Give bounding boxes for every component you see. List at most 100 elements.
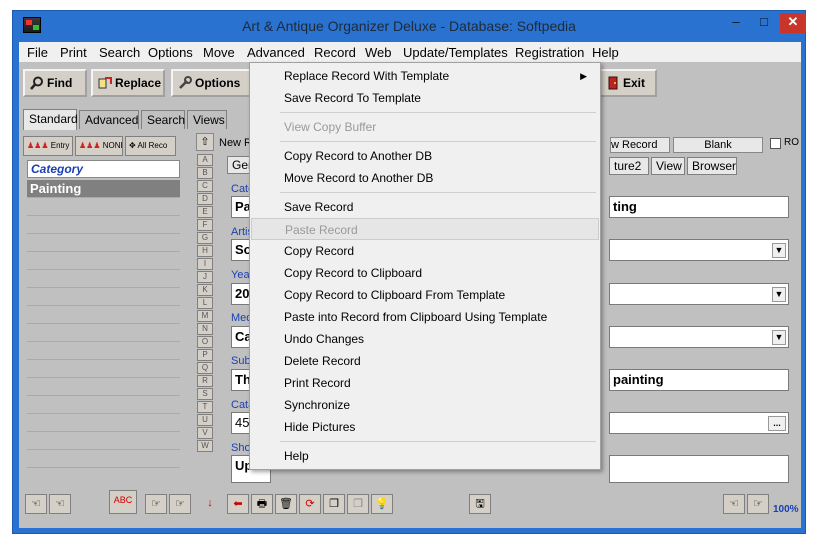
- menu-options[interactable]: Options: [148, 45, 193, 60]
- list-item[interactable]: [27, 378, 180, 396]
- exit-button[interactable]: Exit: [599, 69, 657, 97]
- maximize-button[interactable]: □: [751, 13, 777, 33]
- prev-record-icon[interactable]: ☜: [49, 494, 71, 514]
- menu-item-replace-record-with-template[interactable]: Replace Record With Template ▶: [251, 65, 599, 87]
- alpha-n[interactable]: N: [197, 323, 213, 335]
- list-item[interactable]: [27, 306, 180, 324]
- filter-none-button[interactable]: ♟♟♟ NONE: [75, 136, 123, 156]
- hand-right-icon[interactable]: ☞: [747, 494, 769, 514]
- menu-item-save-record[interactable]: Save Record: [251, 196, 599, 218]
- alpha-e[interactable]: E: [197, 206, 213, 218]
- find-button[interactable]: Find: [23, 69, 87, 97]
- alpha-q[interactable]: Q: [197, 362, 213, 374]
- alpha-f[interactable]: F: [197, 219, 213, 231]
- lightbulb-icon[interactable]: 💡: [371, 494, 393, 514]
- alpha-v[interactable]: V: [197, 427, 213, 439]
- alpha-g[interactable]: G: [197, 232, 213, 244]
- list-item[interactable]: [27, 342, 180, 360]
- alpha-w[interactable]: W: [197, 440, 213, 452]
- list-item[interactable]: [27, 270, 180, 288]
- alpha-m[interactable]: M: [197, 310, 213, 322]
- list-item[interactable]: [27, 450, 180, 468]
- save-icon[interactable]: 🖫: [469, 494, 491, 514]
- minimize-button[interactable]: –: [723, 13, 749, 33]
- tab-browser[interactable]: Browser: [687, 157, 737, 175]
- menu-print[interactable]: Print: [60, 45, 87, 60]
- tab-picture2[interactable]: ture2: [609, 157, 649, 175]
- list-item[interactable]: Painting: [27, 180, 180, 198]
- shortdesc-field-right[interactable]: [609, 455, 789, 483]
- list-item[interactable]: [27, 234, 180, 252]
- list-item[interactable]: [27, 216, 180, 234]
- chevron-down-icon[interactable]: ▼: [772, 243, 786, 258]
- menu-item-delete-record[interactable]: Delete Record: [251, 350, 599, 372]
- tab-advanced[interactable]: Advanced: [79, 110, 139, 129]
- subject-field-right[interactable]: painting: [609, 369, 789, 391]
- menu-item-view-copy-buffer[interactable]: View Copy Buffer: [251, 116, 599, 138]
- menu-item-copy-record[interactable]: Copy Record: [251, 240, 599, 262]
- close-button[interactable]: ✕: [780, 13, 806, 33]
- list-item[interactable]: [27, 324, 180, 342]
- tab-search[interactable]: Search: [141, 110, 185, 129]
- menu-item-paste-into-record-from-clipboard-using-template[interactable]: Paste into Record from Clipboard Using T…: [251, 306, 599, 328]
- alpha-r[interactable]: R: [197, 375, 213, 387]
- blank-button[interactable]: Blank: [673, 137, 763, 153]
- last-record-icon[interactable]: ☞: [169, 494, 191, 514]
- medium-dropdown[interactable]: ▼: [609, 326, 789, 348]
- alpha-b[interactable]: B: [197, 167, 213, 179]
- list-item[interactable]: [27, 198, 180, 216]
- alpha-l[interactable]: L: [197, 297, 213, 309]
- menu-move[interactable]: Move: [203, 45, 235, 60]
- menu-item-undo-changes[interactable]: Undo Changes: [251, 328, 599, 350]
- menu-item-copy-record-to-clipboard-from-template[interactable]: Copy Record to Clipboard From Template: [251, 284, 599, 306]
- menu-item-copy-record-to-another-db[interactable]: Copy Record to Another DB: [251, 145, 599, 167]
- menu-item-help[interactable]: Help: [251, 445, 599, 467]
- menu-item-paste-record[interactable]: Paste Record: [251, 218, 599, 240]
- filter-entry-button[interactable]: ♟♟♟ Entry O: [23, 136, 73, 156]
- alpha-i[interactable]: I: [197, 258, 213, 270]
- alpha-d[interactable]: D: [197, 193, 213, 205]
- title-bar[interactable]: Art & Antique Organizer Deluxe - Databas…: [13, 11, 806, 41]
- alpha-h[interactable]: H: [197, 245, 213, 257]
- menu-file[interactable]: File: [27, 45, 48, 60]
- refresh-icon[interactable]: ⟳: [299, 494, 321, 514]
- menu-item-move-record-to-another-db[interactable]: Move Record to Another DB: [251, 167, 599, 189]
- category-header[interactable]: Category: [27, 160, 180, 178]
- tab-view[interactable]: View: [651, 157, 685, 175]
- tab-views[interactable]: Views: [187, 110, 227, 129]
- list-item[interactable]: [27, 432, 180, 450]
- copy-icon[interactable]: ❐: [323, 494, 345, 514]
- alpha-t[interactable]: T: [197, 401, 213, 413]
- options-button[interactable]: Options: [171, 69, 251, 97]
- filter-all-button[interactable]: ✥ All Reco: [125, 136, 176, 156]
- new-record-button[interactable]: w Record: [610, 137, 670, 153]
- chevron-down-icon[interactable]: ▼: [772, 287, 786, 302]
- list-item[interactable]: [27, 252, 180, 270]
- artist-dropdown[interactable]: ▼: [609, 239, 789, 261]
- ellipsis-button[interactable]: ...: [768, 416, 786, 431]
- abc-sort-icon[interactable]: ABC: [109, 490, 137, 514]
- menu-item-hide-pictures[interactable]: Hide Pictures: [251, 416, 599, 438]
- menu-item-copy-record-to-clipboard[interactable]: Copy Record to Clipboard: [251, 262, 599, 284]
- menu-update-templates[interactable]: Update/Templates: [403, 45, 508, 60]
- first-record-icon[interactable]: ☜: [25, 494, 47, 514]
- hand-left-icon[interactable]: ☜: [723, 494, 745, 514]
- catalog-field-right[interactable]: ...: [609, 412, 789, 434]
- menu-registration[interactable]: Registration: [515, 45, 584, 60]
- print-icon[interactable]: 🖶: [251, 494, 273, 514]
- scroll-up-arrow[interactable]: ⇧: [196, 133, 214, 151]
- category-field-right[interactable]: ting: [609, 196, 789, 218]
- chevron-down-icon[interactable]: ▼: [772, 330, 786, 345]
- next-record-icon[interactable]: ☞: [145, 494, 167, 514]
- alpha-c[interactable]: C: [197, 180, 213, 192]
- readonly-checkbox[interactable]: [770, 138, 781, 149]
- back-arrow-icon[interactable]: ⬅: [227, 494, 249, 514]
- alpha-k[interactable]: K: [197, 284, 213, 296]
- year-dropdown[interactable]: ▼: [609, 283, 789, 305]
- menu-item-print-record[interactable]: Print Record: [251, 372, 599, 394]
- alpha-a[interactable]: A: [197, 154, 213, 166]
- trash-icon[interactable]: 🗑: [275, 494, 297, 514]
- menu-search[interactable]: Search: [99, 45, 140, 60]
- menu-item-save-record-to-template[interactable]: Save Record To Template: [251, 87, 599, 109]
- list-item[interactable]: [27, 396, 180, 414]
